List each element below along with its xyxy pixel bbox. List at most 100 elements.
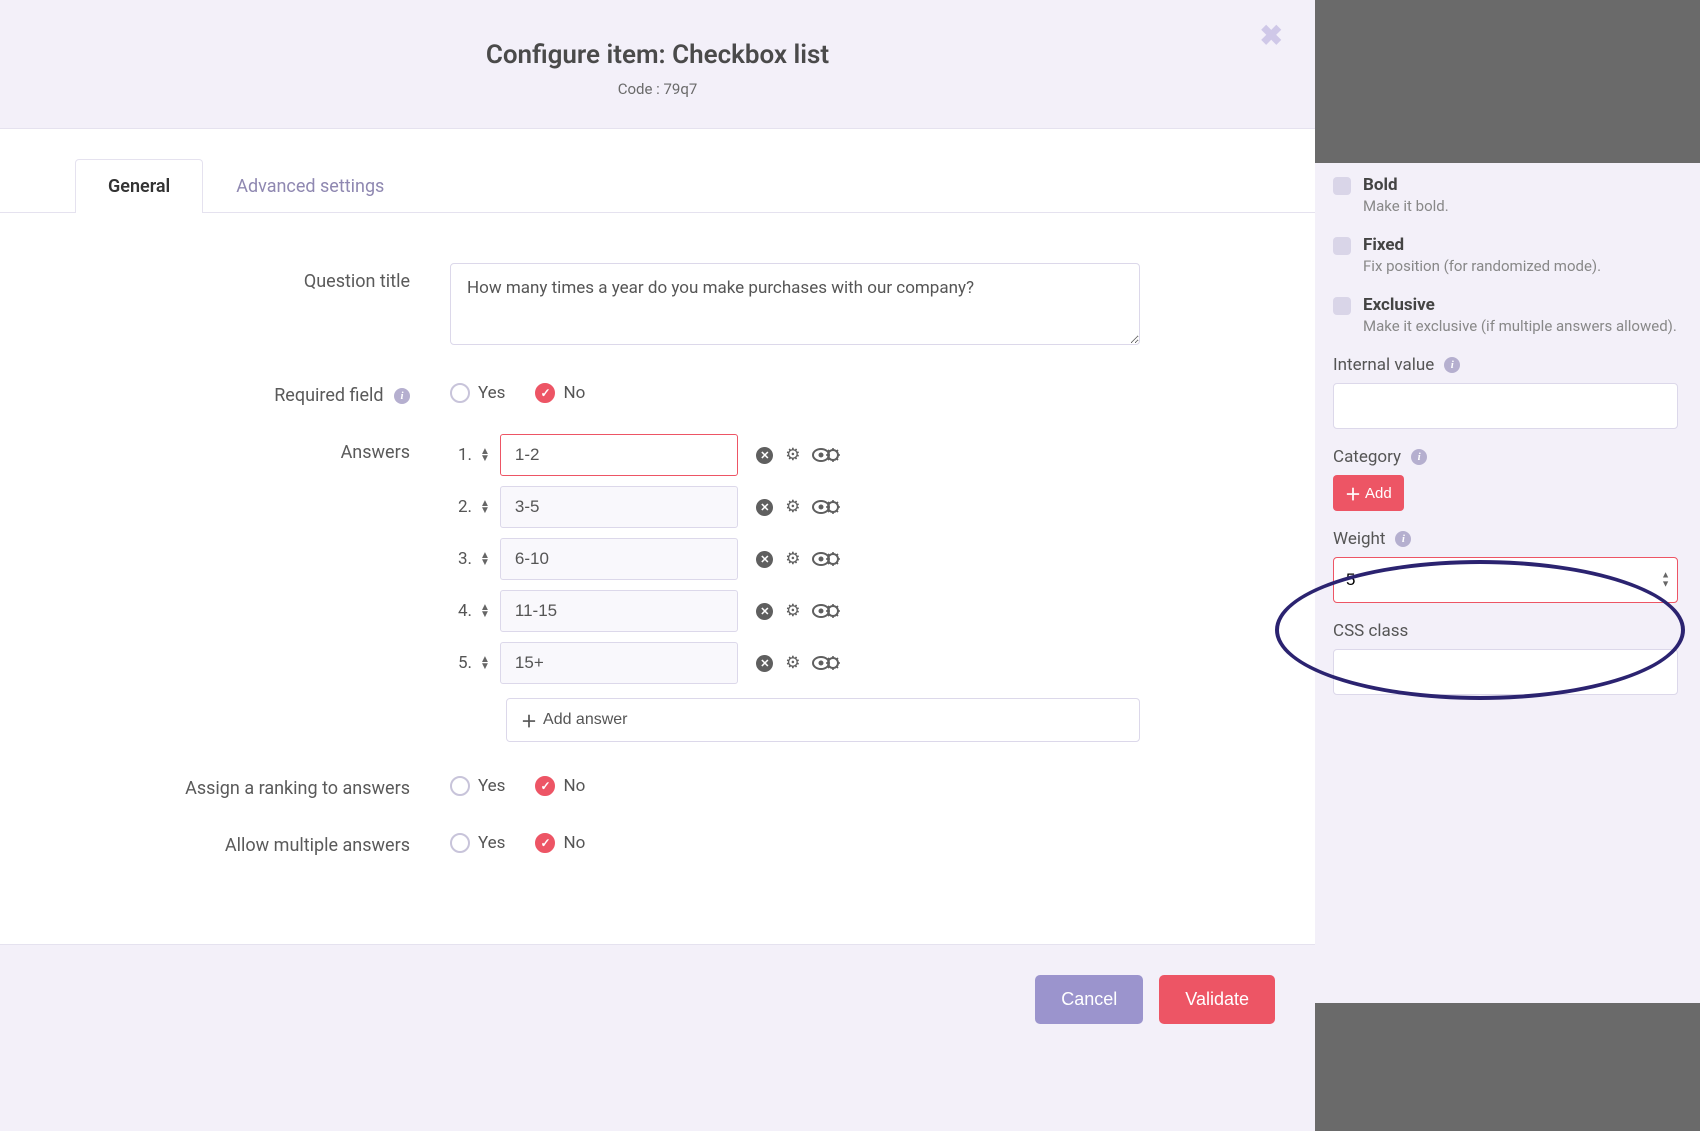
info-icon[interactable]: i <box>1411 449 1427 465</box>
answer-row: 1. ▲▼ ✕ ⚙ <box>450 434 1140 476</box>
gear-icon[interactable]: ⚙ <box>784 654 802 672</box>
sort-handle-icon[interactable]: ▲▼ <box>480 657 490 670</box>
answer-input[interactable] <box>500 642 738 684</box>
option-title: Exclusive <box>1363 295 1435 315</box>
modal-header: Configure item: Checkbox list Code : 79q… <box>0 0 1315 129</box>
ranking-no[interactable]: No <box>535 776 585 796</box>
visibility-rules-icon[interactable] <box>812 602 840 620</box>
answer-input[interactable] <box>500 434 738 476</box>
form: Question title Required field i Yes <box>0 213 1315 944</box>
label-ranking: Assign a ranking to answers <box>75 770 450 799</box>
info-icon[interactable]: i <box>394 388 410 404</box>
visibility-rules-icon[interactable] <box>812 654 840 672</box>
option-title: Fixed <box>1363 235 1404 255</box>
info-icon[interactable]: i <box>1395 531 1411 547</box>
answer-number: 3. <box>450 549 472 569</box>
radio-icon <box>535 833 555 853</box>
required-yes[interactable]: Yes <box>450 383 505 403</box>
sort-handle-icon[interactable]: ▲▼ <box>480 501 490 514</box>
delete-icon[interactable]: ✕ <box>756 654 774 672</box>
modal-code: Code : 79q7 <box>30 80 1285 98</box>
label-required-text: Required field <box>274 385 383 406</box>
answer-row: 2. ▲▼ ✕ ⚙ <box>450 486 1140 528</box>
answer-row: 5. ▲▼ ✕ ⚙ <box>450 642 1140 684</box>
answer-input[interactable] <box>500 538 738 580</box>
question-title-input[interactable] <box>450 263 1140 345</box>
visibility-rules-icon[interactable] <box>812 498 840 516</box>
label-internal-value: Internal value i <box>1333 355 1678 375</box>
info-icon[interactable]: i <box>1444 357 1460 373</box>
radio-label: No <box>563 833 585 853</box>
label-multiple: Allow multiple answers <box>75 827 450 856</box>
checkbox-bold[interactable] <box>1333 177 1351 195</box>
label-question-title: Question title <box>75 263 450 292</box>
delete-icon[interactable]: ✕ <box>756 550 774 568</box>
weight-input[interactable] <box>1333 557 1678 603</box>
visibility-rules-icon[interactable] <box>812 446 840 464</box>
answer-number: 4. <box>450 601 472 621</box>
validate-button[interactable]: Validate <box>1159 975 1275 1024</box>
radio-icon <box>450 776 470 796</box>
gear-icon[interactable]: ⚙ <box>784 602 802 620</box>
answer-input[interactable] <box>500 590 738 632</box>
option-title: Bold <box>1363 175 1398 195</box>
config-modal: Configure item: Checkbox list Code : 79q… <box>0 0 1315 1054</box>
tab-general[interactable]: General <box>75 159 203 213</box>
add-category-button[interactable]: ＋ Add <box>1333 475 1404 511</box>
internal-value-input[interactable] <box>1333 383 1678 429</box>
plus-icon: ＋ <box>1345 481 1361 505</box>
option-bold: Bold Make it bold. <box>1333 175 1678 215</box>
delete-icon[interactable]: ✕ <box>756 498 774 516</box>
sort-handle-icon[interactable]: ▲▼ <box>480 605 490 618</box>
add-label: Add <box>1365 485 1392 502</box>
answer-number: 1. <box>450 445 472 465</box>
gear-icon[interactable]: ⚙ <box>784 498 802 516</box>
option-fixed: Fixed Fix position (for randomized mode)… <box>1333 235 1678 275</box>
delete-icon[interactable]: ✕ <box>756 602 774 620</box>
tab-advanced[interactable]: Advanced settings <box>203 159 417 213</box>
answer-number: 2. <box>450 497 472 517</box>
radio-label: No <box>563 776 585 796</box>
tabs: General Advanced settings <box>0 129 1315 213</box>
option-desc: Make it exclusive (if multiple answers a… <box>1363 317 1677 335</box>
answer-number: 5. <box>450 653 472 673</box>
ranking-yes[interactable]: Yes <box>450 776 505 796</box>
radio-label: Yes <box>478 383 505 403</box>
multiple-no[interactable]: No <box>535 833 585 853</box>
label-answers: Answers <box>75 434 450 463</box>
modal-footer: Cancel Validate <box>0 944 1315 1054</box>
label-category: Category i <box>1333 447 1678 467</box>
radio-icon <box>450 383 470 403</box>
visibility-rules-icon[interactable] <box>812 550 840 568</box>
gear-icon[interactable]: ⚙ <box>784 446 802 464</box>
modal-body: General Advanced settings Question title… <box>0 129 1315 944</box>
add-answer-label: Add answer <box>543 711 628 729</box>
cancel-button[interactable]: Cancel <box>1035 975 1143 1024</box>
checkbox-fixed[interactable] <box>1333 237 1351 255</box>
plus-icon: ＋ <box>521 708 537 732</box>
option-desc: Make it bold. <box>1363 197 1449 215</box>
radio-icon <box>535 383 555 403</box>
gear-icon[interactable]: ⚙ <box>784 550 802 568</box>
radio-label: Yes <box>478 776 505 796</box>
delete-icon[interactable]: ✕ <box>756 446 774 464</box>
css-class-input[interactable] <box>1333 649 1678 695</box>
option-desc: Fix position (for randomized mode). <box>1363 257 1601 275</box>
row-multiple: Allow multiple answers Yes No <box>75 827 1240 856</box>
side-panel: Bold Make it bold. Fixed Fix position (f… <box>1333 175 1678 695</box>
sort-handle-icon[interactable]: ▲▼ <box>480 553 490 566</box>
label-weight: Weight i <box>1333 529 1678 549</box>
close-icon[interactable]: ✖ <box>1260 22 1283 50</box>
radio-label: No <box>563 383 585 403</box>
sort-handle-icon[interactable]: ▲▼ <box>480 449 490 462</box>
required-no[interactable]: No <box>535 383 585 403</box>
answer-input[interactable] <box>500 486 738 528</box>
row-question-title: Question title <box>75 263 1240 349</box>
add-answer-button[interactable]: ＋ Add answer <box>506 698 1140 742</box>
radio-icon <box>450 833 470 853</box>
row-ranking: Assign a ranking to answers Yes No <box>75 770 1240 799</box>
number-stepper[interactable]: ▲▼ <box>1661 572 1670 589</box>
radio-label: Yes <box>478 833 505 853</box>
checkbox-exclusive[interactable] <box>1333 297 1351 315</box>
multiple-yes[interactable]: Yes <box>450 833 505 853</box>
